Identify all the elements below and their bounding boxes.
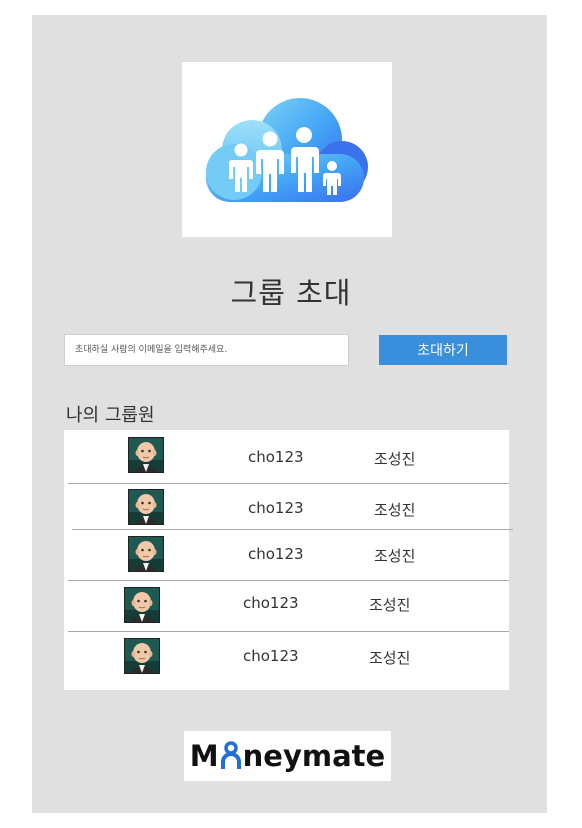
member-id: cho123 [243,594,299,612]
moneymate-logo: M neymate [184,731,391,781]
boss-baby-avatar-icon [128,437,164,473]
family-sharing-cloud-icon [182,62,392,237]
member-id: cho123 [248,499,304,517]
member-name: 조성진 [369,649,411,667]
logo-o-person-icon [220,741,242,771]
member-name: 조성진 [374,547,416,565]
logo-text-end: neymate [242,739,386,773]
member-id: cho123 [248,545,304,563]
member-row: cho123 조성진 [64,530,509,580]
member-name: 조성진 [374,501,416,519]
boss-baby-avatar-icon [128,536,164,572]
member-list: cho123 조성진 cho123 조성진 cho123 조성진 cho123 … [64,430,513,690]
boss-baby-avatar-icon [128,489,164,525]
member-row: cho123 조성진 [64,581,509,631]
member-id: cho123 [243,647,299,665]
logo-text-start: M [189,739,219,773]
boss-baby-avatar-icon [124,638,160,674]
member-row: cho123 조성진 [64,430,509,483]
member-id: cho123 [248,448,304,466]
email-input[interactable] [64,334,349,366]
member-name: 조성진 [369,596,411,614]
invite-button[interactable]: 초대하기 [379,335,507,365]
members-heading: 나의 그룹원 [66,405,155,426]
member-name: 조성진 [374,450,416,468]
page-title: 그룹 초대 [230,276,352,310]
member-row: cho123 조성진 [64,632,509,690]
boss-baby-avatar-icon [124,587,160,623]
member-row: cho123 조성진 [64,484,509,529]
